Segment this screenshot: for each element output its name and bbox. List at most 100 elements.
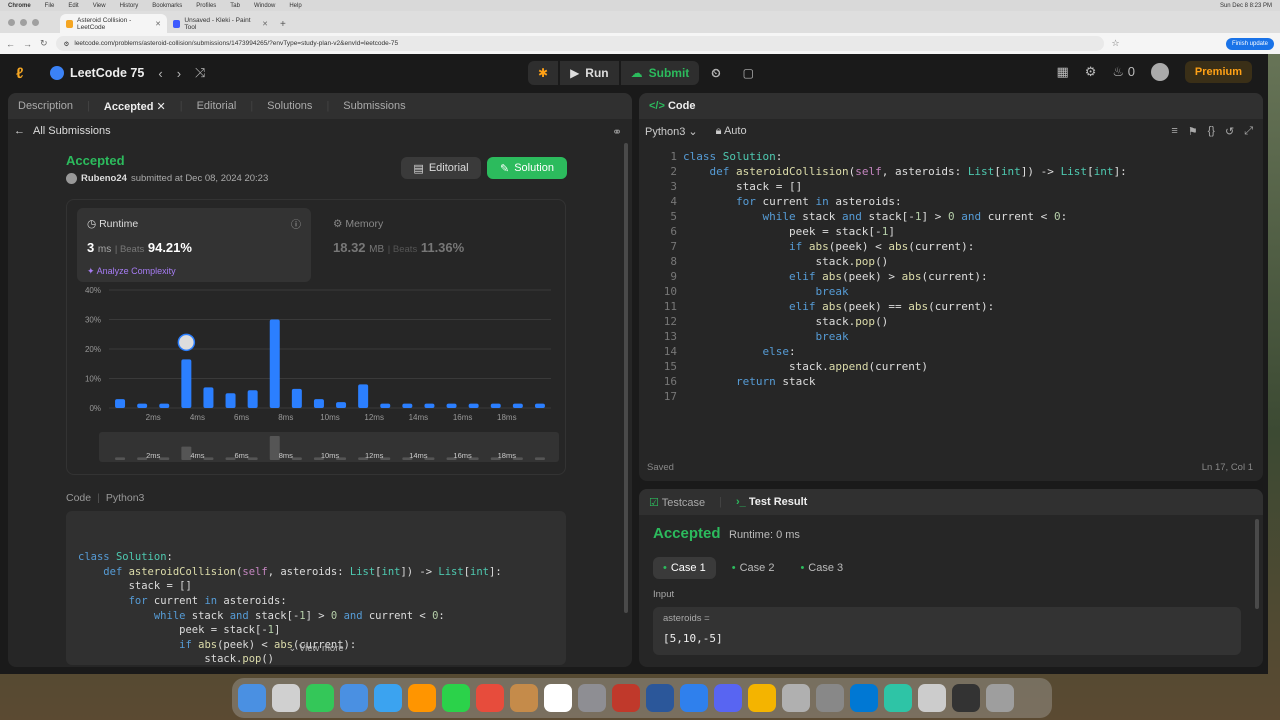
close-tab-icon[interactable]: ✕ bbox=[155, 20, 161, 28]
streak-counter[interactable]: ♨ 0 bbox=[1112, 64, 1135, 80]
menu-edit[interactable]: Edit bbox=[68, 3, 78, 9]
notes-icon[interactable]: ▢ bbox=[733, 61, 764, 85]
dock-app-icon[interactable] bbox=[578, 684, 606, 712]
address-bar[interactable]: ⚙ leetcode.com/problems/asteroid-collisi… bbox=[55, 36, 1104, 51]
scrollbar[interactable] bbox=[1255, 519, 1259, 609]
finish-update-button[interactable]: Finish update bbox=[1225, 37, 1274, 50]
username[interactable]: Rubeno24 bbox=[81, 173, 127, 184]
runtime-card[interactable]: ◷ Runtime ⓘ 3 ms | Beats 94.21% ✦ Analyz… bbox=[77, 208, 311, 282]
auto-mode[interactable]: 🔒︎ Auto bbox=[716, 125, 747, 138]
lock-icon: 🔒︎ bbox=[715, 125, 722, 137]
dock-app-icon[interactable] bbox=[306, 684, 334, 712]
dock-app-icon[interactable] bbox=[442, 684, 470, 712]
bookmark-star-icon[interactable]: ☆ bbox=[1112, 38, 1120, 49]
shuffle-icon[interactable]: ⤨ bbox=[195, 65, 205, 81]
scrollbar[interactable] bbox=[624, 143, 628, 613]
forward-icon[interactable]: → bbox=[23, 39, 32, 49]
debug-icon[interactable]: ✱ bbox=[528, 61, 559, 85]
dock-app-icon[interactable] bbox=[986, 684, 1014, 712]
expand-icon[interactable]: ⤢ bbox=[1244, 125, 1253, 138]
dock-app-icon[interactable] bbox=[680, 684, 708, 712]
menu-profiles[interactable]: Profiles bbox=[196, 3, 216, 9]
reset-icon[interactable]: ↺ bbox=[1225, 125, 1234, 138]
site-info-icon[interactable]: ⚙ bbox=[64, 40, 70, 48]
menu-tab[interactable]: Tab bbox=[230, 3, 240, 9]
run-button[interactable]: ▶ Run bbox=[560, 61, 619, 85]
menu-bookmarks[interactable]: Bookmarks bbox=[152, 3, 182, 9]
tab-description[interactable]: Description bbox=[18, 100, 73, 112]
dock-app-icon[interactable] bbox=[884, 684, 912, 712]
dock-app-icon[interactable] bbox=[816, 684, 844, 712]
user-avatar[interactable] bbox=[1150, 63, 1169, 81]
solution-button[interactable]: ✎ Solution bbox=[487, 157, 567, 179]
dock-app-icon[interactable] bbox=[476, 684, 504, 712]
tab-submissions[interactable]: Submissions bbox=[343, 100, 405, 112]
dock-app-icon[interactable] bbox=[748, 684, 776, 712]
tab-case-1[interactable]: • Case 1 bbox=[653, 557, 716, 579]
new-tab-icon[interactable]: + bbox=[280, 19, 286, 30]
dock-app-icon[interactable] bbox=[646, 684, 674, 712]
info-icon[interactable]: ⓘ bbox=[291, 216, 301, 231]
dock-app-icon[interactable] bbox=[782, 684, 810, 712]
dock-app-icon[interactable] bbox=[272, 684, 300, 712]
menu-window[interactable]: Window bbox=[254, 3, 275, 9]
dock-app-icon[interactable] bbox=[238, 684, 266, 712]
problem-list-title[interactable]: LeetCode 75 bbox=[50, 66, 144, 80]
dock-app-icon[interactable] bbox=[714, 684, 742, 712]
dock-app-icon[interactable] bbox=[918, 684, 946, 712]
reload-icon[interactable]: ↻ bbox=[40, 38, 48, 49]
browser-tab-leetcode[interactable]: Asteroid Collision - LeetCode ✕ bbox=[60, 14, 167, 33]
close-tab-icon[interactable]: ✕ bbox=[262, 20, 268, 28]
view-more-button[interactable]: ⌄ View more bbox=[66, 642, 566, 657]
dock-app-icon[interactable] bbox=[510, 684, 538, 712]
tab-editorial[interactable]: Editorial bbox=[197, 100, 237, 112]
dock-app-icon[interactable] bbox=[612, 684, 640, 712]
dock-app-icon[interactable] bbox=[408, 684, 436, 712]
bookmark-icon[interactable]: ⚑ bbox=[1188, 125, 1198, 138]
runtime-title: ◷ Runtime bbox=[87, 218, 139, 230]
code-line: class Solution: bbox=[78, 551, 173, 564]
dock-app-icon[interactable] bbox=[952, 684, 980, 712]
memory-card[interactable]: ⚙ Memory 18.32 MB | Beats 11.36% bbox=[323, 208, 557, 282]
next-problem-icon[interactable]: › bbox=[177, 66, 181, 81]
timer-icon[interactable]: ⏲ bbox=[701, 61, 730, 85]
dock-app-icon[interactable] bbox=[340, 684, 368, 712]
menu-file[interactable]: File bbox=[45, 3, 55, 9]
x-tick-label: 8ms bbox=[278, 413, 293, 422]
tab-case-2[interactable]: • Case 2 bbox=[722, 557, 785, 579]
browser-toolbar: ← → ↻ ⚙ leetcode.com/problems/asteroid-c… bbox=[0, 33, 1280, 54]
back-icon[interactable]: ← bbox=[6, 39, 15, 49]
window-controls[interactable] bbox=[8, 19, 39, 26]
leetcode-logo-icon[interactable]: ℓ bbox=[16, 65, 32, 82]
tab-test-result[interactable]: ›_ Test Result bbox=[736, 496, 807, 508]
dock-app-icon[interactable] bbox=[544, 684, 572, 712]
tab-solutions[interactable]: Solutions bbox=[267, 100, 312, 112]
tab-case-3[interactable]: • Case 3 bbox=[790, 557, 853, 579]
menu-view[interactable]: View bbox=[93, 3, 106, 9]
browser-tab-kleki[interactable]: Unsaved - Kleki - Paint Tool ✕ bbox=[167, 14, 274, 33]
layout-icon[interactable]: ▦ bbox=[1056, 64, 1068, 80]
macos-dock bbox=[232, 678, 1052, 718]
dock-app-icon[interactable] bbox=[850, 684, 878, 712]
dock-app-icon[interactable] bbox=[374, 684, 402, 712]
all-submissions-link[interactable]: ← All Submissions bbox=[14, 125, 111, 137]
braces-icon[interactable]: {} bbox=[1208, 125, 1215, 138]
menu-clock: Sun Dec 8 8:23 PM bbox=[1219, 2, 1272, 9]
code-editor[interactable]: 1 class Solution: 2 def asteroidCollision(… bbox=[639, 149, 1263, 409]
language-select[interactable]: Python3 ⌄ bbox=[645, 125, 698, 138]
menu-help[interactable]: Help bbox=[289, 3, 301, 9]
share-link-icon[interactable]: ⚭ bbox=[612, 125, 622, 139]
editorial-button[interactable]: ▤ Editorial bbox=[401, 157, 481, 179]
premium-button[interactable]: Premium bbox=[1184, 61, 1252, 83]
chart-bar bbox=[424, 403, 435, 408]
prev-problem-icon[interactable]: ‹ bbox=[158, 66, 162, 81]
tab-testcase[interactable]: ☑ Testcase bbox=[649, 496, 705, 509]
menu-chrome[interactable]: Chrome bbox=[8, 3, 31, 9]
analyze-complexity-link[interactable]: ✦ Analyze Complexity bbox=[87, 266, 176, 277]
runtime-distribution-chart[interactable]: 40% 30% 20% 10% 0% 2ms 4ms 6ms 8ms 10ms 12ms 14ms 16… bbox=[67, 286, 567, 466]
format-icon[interactable]: ≡ bbox=[1171, 125, 1177, 138]
settings-gear-icon[interactable]: ⚙ bbox=[1085, 64, 1097, 80]
menu-history[interactable]: History bbox=[120, 3, 139, 9]
tab-accepted[interactable]: Accepted ✕ bbox=[104, 100, 166, 113]
submit-button[interactable]: ☁ Submit bbox=[620, 61, 700, 85]
